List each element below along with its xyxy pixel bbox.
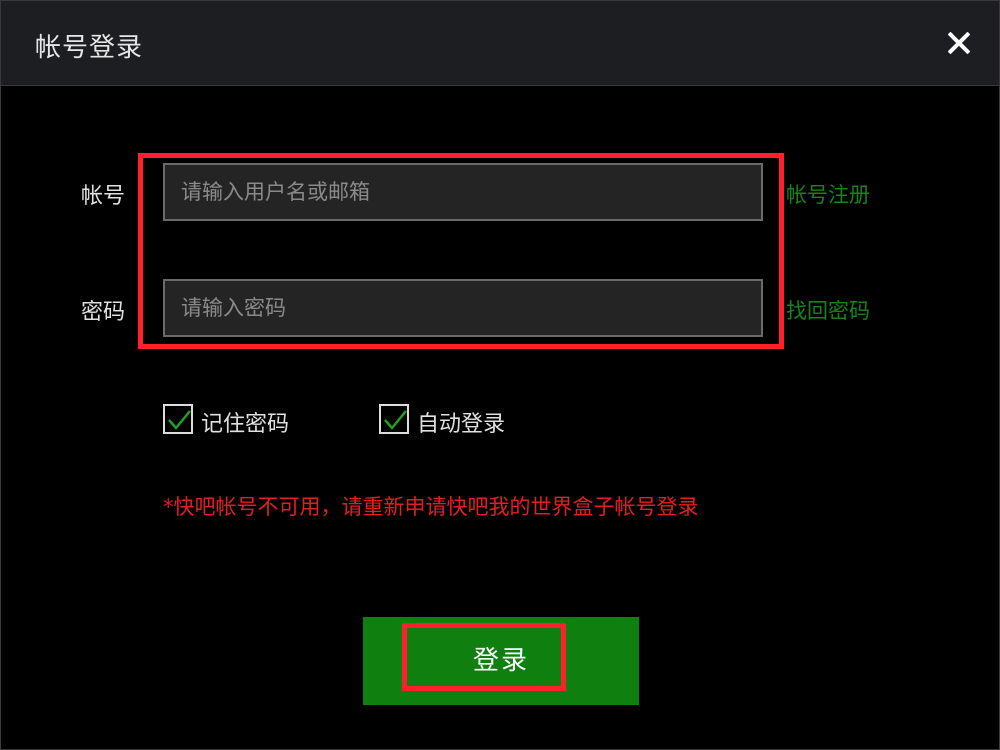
password-field[interactable] [163, 279, 763, 337]
password-label: 密码 [81, 300, 126, 325]
title-bar: 帐号登录 [1, 1, 999, 86]
checkmark-icon [384, 410, 407, 430]
dialog-title: 帐号登录 [35, 33, 144, 63]
account-field[interactable] [163, 163, 763, 221]
login-button[interactable] [363, 617, 639, 705]
password-input[interactable] [165, 281, 761, 335]
auto-login-label: 自动登录 [417, 412, 506, 437]
account-input[interactable] [165, 165, 761, 219]
warning-message: *快吧帐号不可用，请重新申请快吧我的世界盒子帐号登录 [163, 495, 699, 519]
remember-password-checkbox[interactable] [163, 404, 193, 434]
remember-password-label: 记住密码 [201, 412, 290, 437]
register-link[interactable]: 帐号注册 [786, 179, 870, 209]
recover-password-link[interactable]: 找回密码 [786, 295, 870, 325]
checkmark-icon [168, 410, 191, 430]
login-dialog: 帐号登录 帐号 帐号注册 密码 找回密码 记住密码 自动登录 *快吧帐号不可用，… [0, 0, 1000, 750]
close-icon[interactable] [945, 29, 973, 57]
account-label: 帐号 [81, 184, 126, 209]
auto-login-checkbox[interactable] [379, 404, 409, 434]
